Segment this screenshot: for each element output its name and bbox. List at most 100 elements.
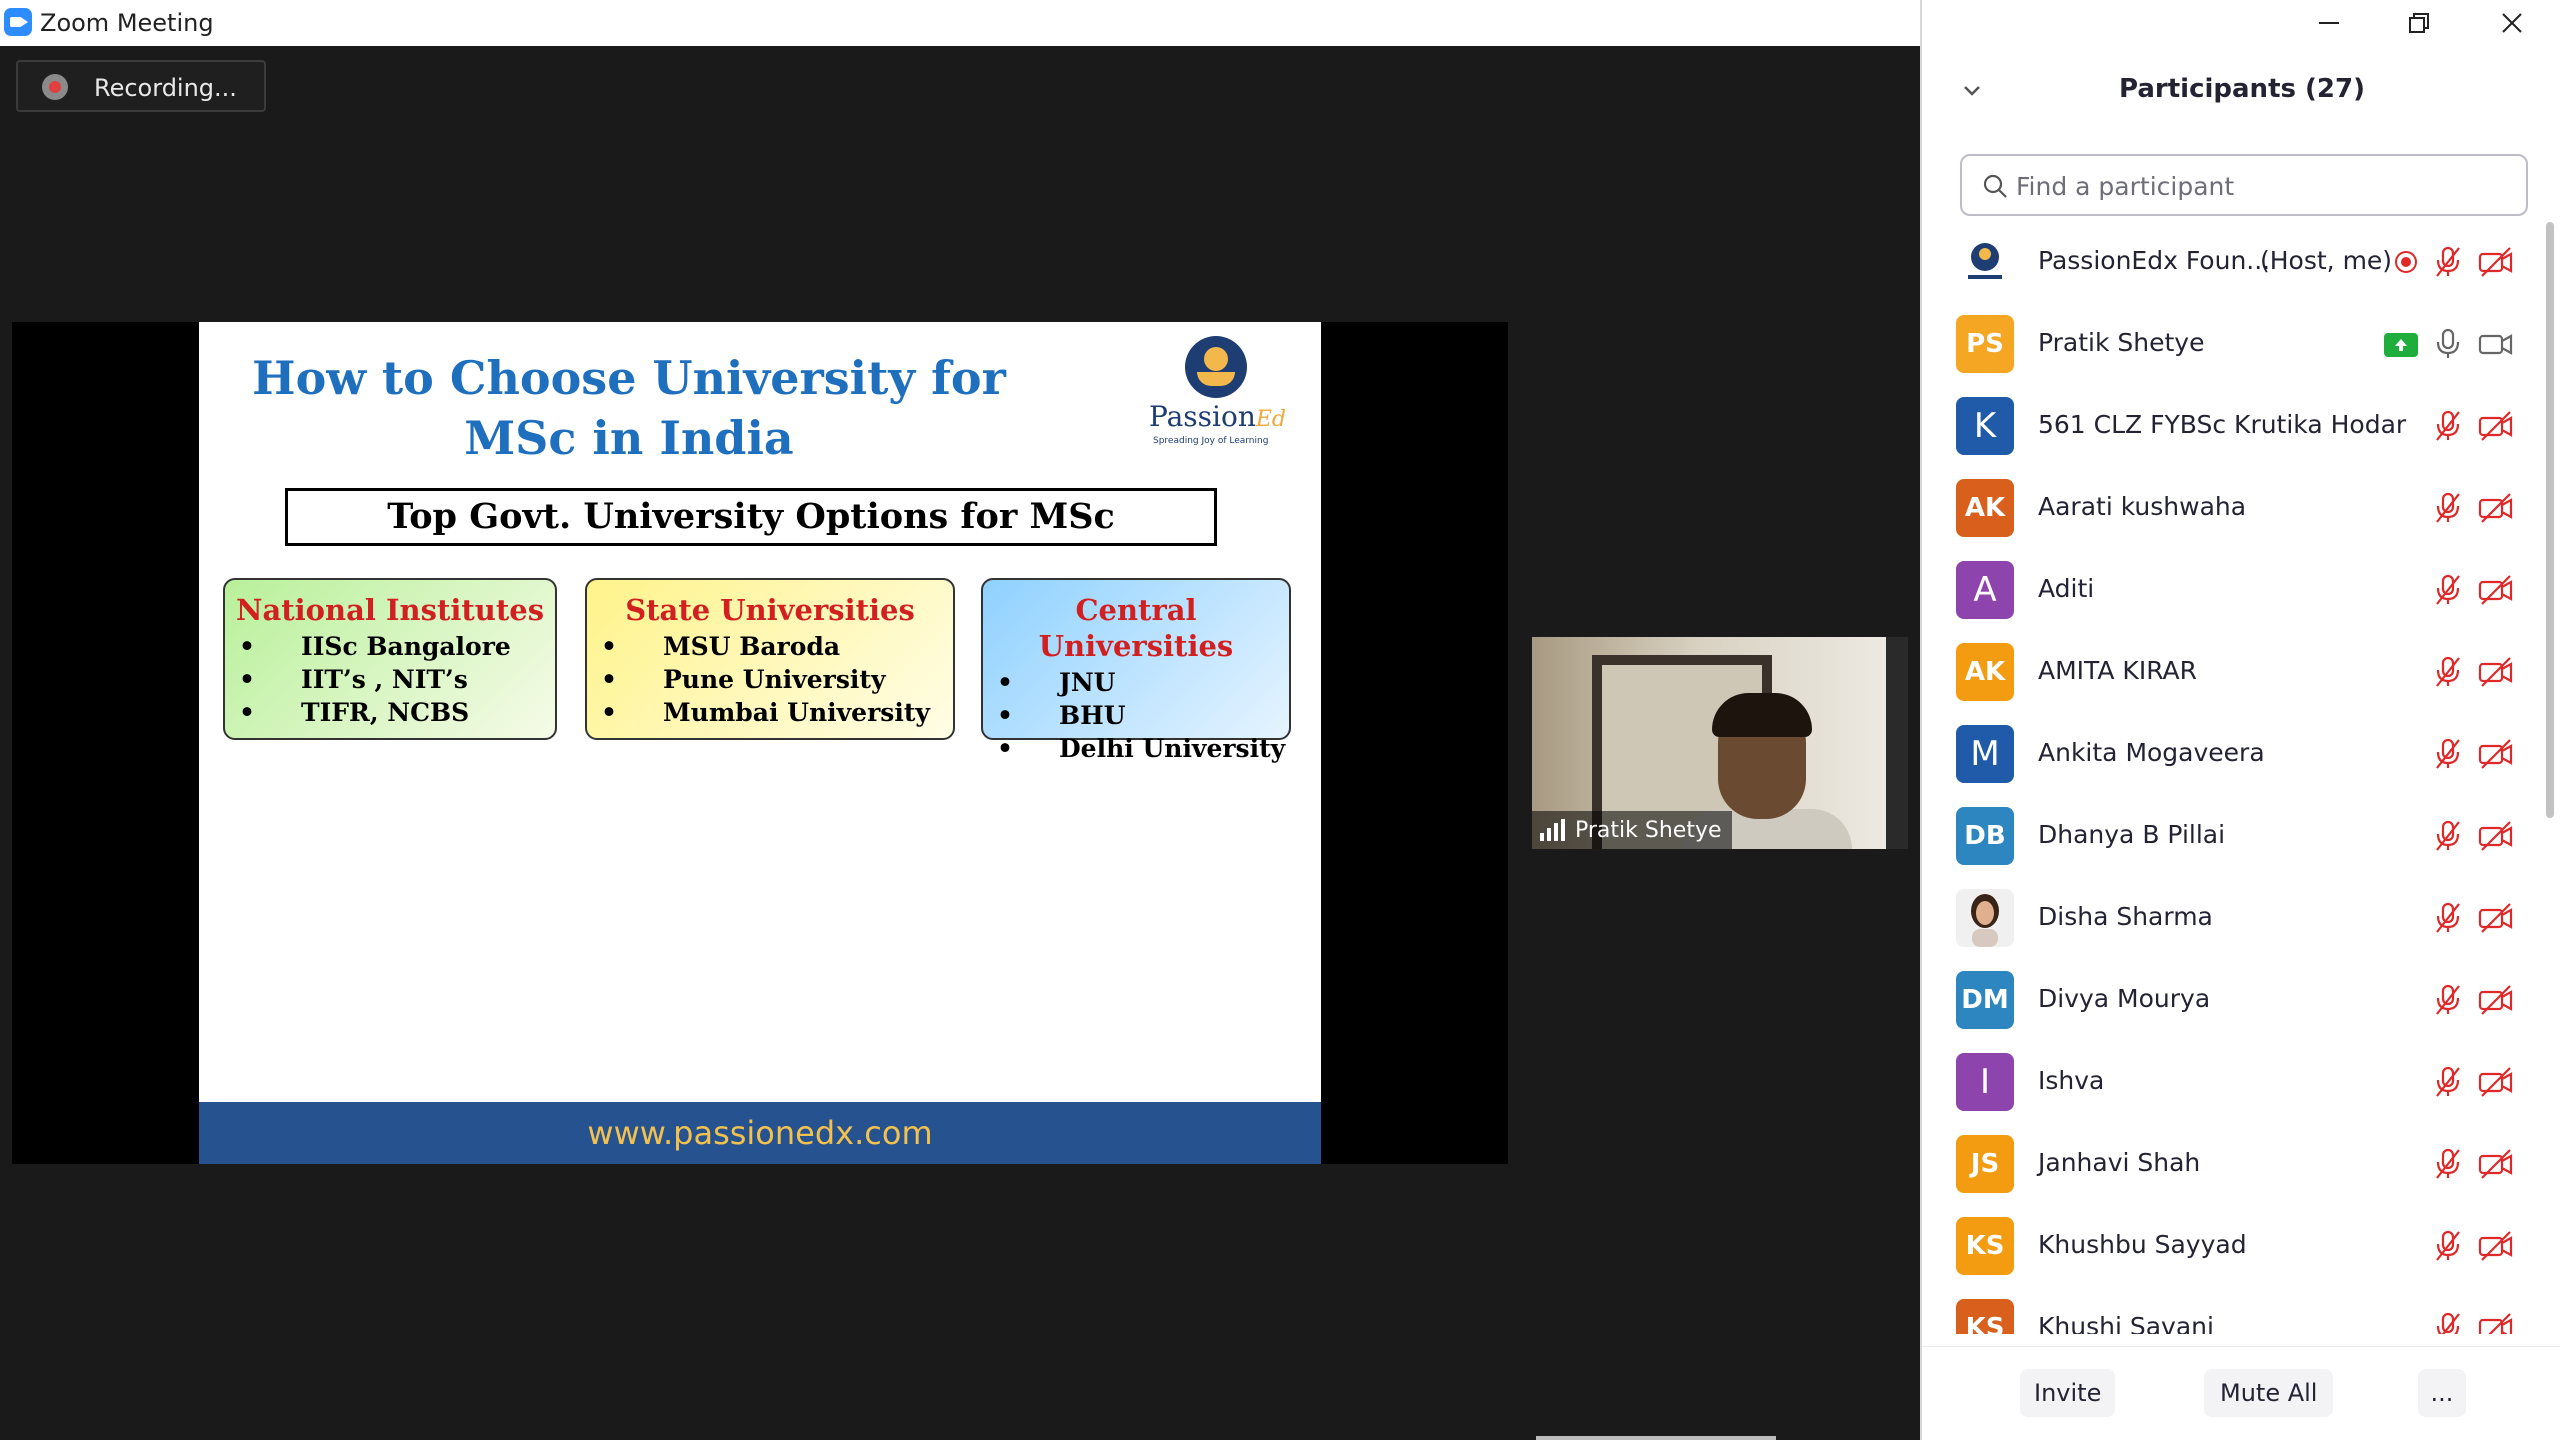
microphone-muted-icon[interactable] bbox=[2434, 410, 2462, 446]
participant-name: 561 CLZ FYBSc Krutika Hodar bbox=[2038, 410, 2407, 439]
share-screen-icon bbox=[2384, 333, 2418, 357]
panel-footer: Invite Mute All ... bbox=[1922, 1346, 2560, 1440]
microphone-muted-icon[interactable] bbox=[2434, 1066, 2462, 1102]
participant-video-tile[interactable]: Pratik Shetye bbox=[1532, 637, 1908, 849]
microphone-muted-icon[interactable] bbox=[2434, 492, 2462, 528]
participant-row[interactable]: I Ishva bbox=[1922, 1042, 2542, 1124]
window-title: Zoom Meeting bbox=[40, 9, 214, 37]
microphone-muted-icon[interactable] bbox=[2434, 984, 2462, 1020]
participant-list-scrollbar[interactable] bbox=[2544, 222, 2556, 1334]
participant-row[interactable]: KS Khushbu Sayyad bbox=[1922, 1206, 2542, 1288]
recording-indicator[interactable]: Recording... bbox=[16, 60, 266, 112]
box-heading: Central Universities bbox=[1038, 593, 1234, 663]
video-off-icon[interactable] bbox=[2478, 902, 2514, 938]
recording-label: Recording... bbox=[94, 74, 237, 102]
avatar: PS bbox=[1956, 315, 2014, 373]
slide-subheading: Top Govt. University Options for MSc bbox=[285, 488, 1217, 546]
participant-row[interactable]: JS Janhavi Shah bbox=[1922, 1124, 2542, 1206]
video-off-icon[interactable] bbox=[2478, 1312, 2514, 1334]
close-button[interactable] bbox=[2467, 0, 2557, 46]
avatar: I bbox=[1956, 1053, 2014, 1111]
microphone-muted-icon[interactable] bbox=[2434, 902, 2462, 938]
zoom-window: Zoom Meeting Recording... How to Choose … bbox=[0, 0, 2560, 1440]
mute-all-button[interactable]: Mute All bbox=[2204, 1369, 2334, 1417]
participants-title: Participants (27) bbox=[2119, 74, 2365, 104]
microphone-muted-icon[interactable] bbox=[2434, 1312, 2462, 1334]
participant-name: Khushbu Sayyad bbox=[2038, 1230, 2247, 1259]
national-institutes-box: National Institutes IISc Bangalore IIT’s… bbox=[223, 578, 557, 740]
participant-name: Ankita Mogaveera bbox=[2038, 738, 2265, 767]
participant-name: Aarati kushwaha bbox=[2038, 492, 2247, 521]
more-options-button[interactable]: ... bbox=[2418, 1369, 2466, 1417]
microphone-muted-icon[interactable] bbox=[2434, 820, 2462, 856]
search-input[interactable] bbox=[2016, 166, 2516, 206]
title-bar: Zoom Meeting bbox=[0, 0, 1920, 46]
video-off-icon[interactable] bbox=[2478, 820, 2514, 856]
microphone-muted-icon[interactable] bbox=[2434, 574, 2462, 610]
video-off-icon[interactable] bbox=[2478, 492, 2514, 528]
passionedx-logo: PassionEd Spreading Joy of Learning bbox=[1149, 336, 1289, 446]
participant-name: Divya Mourya bbox=[2038, 984, 2211, 1013]
participant-row[interactable]: PS Pratik Shetye bbox=[1922, 304, 2542, 386]
participant-row[interactable]: KS Khushi Savani bbox=[1922, 1288, 2542, 1334]
participant-row[interactable]: M Ankita Mogaveera bbox=[1922, 714, 2542, 796]
microphone-muted-icon[interactable] bbox=[2434, 1148, 2462, 1184]
minimize-button[interactable] bbox=[2284, 0, 2374, 46]
list-item: IIT’s , NIT’s bbox=[225, 663, 555, 696]
avatar: AK bbox=[1956, 643, 2014, 701]
avatar: JS bbox=[1956, 1135, 2014, 1193]
participant-row[interactable]: K 561 CLZ FYBSc Krutika Hodar bbox=[1922, 386, 2542, 468]
participant-role: (Host, me) bbox=[2260, 246, 2393, 275]
participant-search[interactable] bbox=[1960, 154, 2528, 216]
signal-strength-icon bbox=[1540, 819, 1565, 841]
microphone-muted-icon[interactable] bbox=[2434, 738, 2462, 774]
recording-icon bbox=[2395, 251, 2417, 273]
participant-row[interactable]: A Aditi bbox=[1922, 550, 2542, 632]
participant-name: AMITA KIRAR bbox=[2038, 656, 2198, 685]
video-off-icon[interactable] bbox=[2478, 246, 2514, 282]
avatar: DM bbox=[1956, 971, 2014, 1029]
video-off-icon[interactable] bbox=[2478, 984, 2514, 1020]
participant-row[interactable]: DM Divya Mourya bbox=[1922, 960, 2542, 1042]
video-off-icon[interactable] bbox=[2478, 1148, 2514, 1184]
record-icon bbox=[42, 74, 68, 100]
participant-row[interactable]: DB Dhanya B Pillai bbox=[1922, 796, 2542, 878]
microphone-icon[interactable] bbox=[2434, 328, 2462, 364]
list-item: Delhi University bbox=[983, 732, 1289, 765]
participant-name: Janhavi Shah bbox=[2038, 1148, 2201, 1177]
microphone-muted-icon[interactable] bbox=[2434, 246, 2462, 282]
lightbulb-hands-icon bbox=[1185, 336, 1247, 398]
avatar bbox=[1956, 889, 2014, 947]
participant-row[interactable]: AK Aarati kushwaha bbox=[1922, 468, 2542, 550]
avatar bbox=[1956, 233, 2014, 291]
invite-button[interactable]: Invite bbox=[2020, 1369, 2116, 1417]
participant-name: Dhanya B Pillai bbox=[2038, 820, 2226, 849]
participant-list: PassionEdx Foun... (Host, me) PS Pratik She… bbox=[1922, 222, 2542, 1334]
central-universities-box: Central Universities JNU BHU Delhi Unive… bbox=[981, 578, 1291, 765]
participant-row[interactable]: PassionEdx Foun... (Host, me) bbox=[1922, 222, 2542, 304]
video-off-icon[interactable] bbox=[2478, 738, 2514, 774]
restore-button[interactable] bbox=[2374, 0, 2464, 46]
participant-name: Aditi bbox=[2038, 574, 2095, 603]
minimize-icon bbox=[2319, 22, 2339, 24]
video-off-icon[interactable] bbox=[2478, 1066, 2514, 1102]
video-camera-icon[interactable] bbox=[2478, 328, 2514, 364]
list-item: Pune University bbox=[587, 663, 953, 696]
taskbar-indicator bbox=[1536, 1436, 1776, 1440]
microphone-muted-icon[interactable] bbox=[2434, 1230, 2462, 1266]
avatar: M bbox=[1956, 725, 2014, 783]
avatar: DB bbox=[1956, 807, 2014, 865]
video-off-icon[interactable] bbox=[2478, 410, 2514, 446]
avatar: KS bbox=[1956, 1299, 2014, 1334]
box-heading: State Universities bbox=[625, 593, 915, 627]
participant-row[interactable]: AK AMITA KIRAR bbox=[1922, 632, 2542, 714]
restore-icon bbox=[2409, 13, 2429, 33]
video-name-label: Pratik Shetye bbox=[1532, 811, 1732, 849]
video-participant-name: Pratik Shetye bbox=[1575, 817, 1722, 843]
participant-row[interactable]: Disha Sharma bbox=[1922, 878, 2542, 960]
microphone-muted-icon[interactable] bbox=[2434, 656, 2462, 692]
video-off-icon[interactable] bbox=[2478, 574, 2514, 610]
video-off-icon[interactable] bbox=[2478, 1230, 2514, 1266]
brand-tagline: Spreading Joy of Learning bbox=[1153, 436, 1269, 446]
video-off-icon[interactable] bbox=[2478, 656, 2514, 692]
